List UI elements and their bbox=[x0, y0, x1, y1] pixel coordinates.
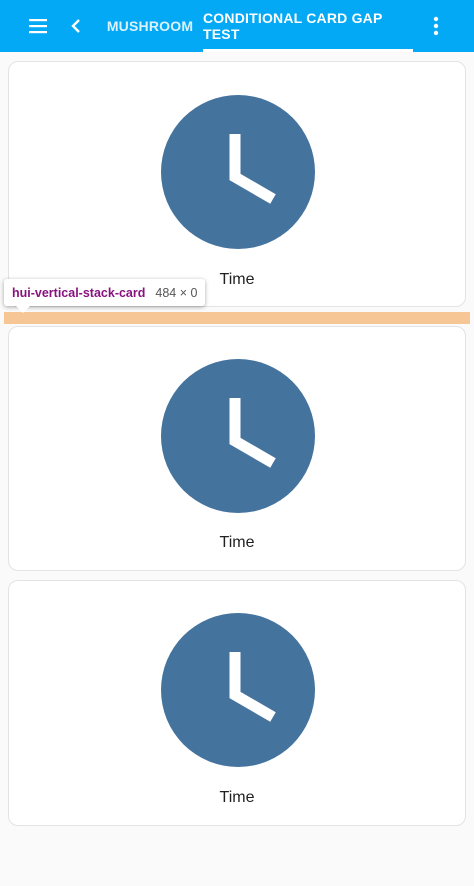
inspector-highlight-overlay bbox=[4, 312, 470, 324]
inspector-tooltip: hui-vertical-stack-card 484 × 0 bbox=[4, 279, 206, 313]
card-label: Time bbox=[219, 789, 255, 806]
entity-card-time-2[interactable]: Time bbox=[8, 326, 466, 571]
more-vertical-icon[interactable] bbox=[420, 10, 452, 42]
app-toolbar: MUSHROOM CONDITIONAL CARD GAP TEST bbox=[0, 0, 474, 52]
tab-label: CONDITIONAL CARD GAP TEST bbox=[203, 10, 383, 42]
tab-conditional-card-gap-test[interactable]: CONDITIONAL CARD GAP TEST bbox=[203, 0, 413, 52]
card-label: Time bbox=[219, 534, 255, 551]
inspector-element-size: 484 × 0 bbox=[155, 285, 198, 300]
clock-icon bbox=[161, 613, 315, 767]
clock-icon bbox=[161, 359, 315, 513]
chevron-left-icon[interactable] bbox=[60, 10, 92, 42]
tab-mushroom[interactable]: MUSHROOM bbox=[98, 0, 202, 52]
entity-card-time-1[interactable]: Time bbox=[8, 61, 466, 307]
active-tab-indicator bbox=[203, 49, 413, 52]
tab-label: MUSHROOM bbox=[106, 18, 194, 34]
entity-card-time-3[interactable]: Time bbox=[8, 580, 466, 826]
inspector-element-name: hui-vertical-stack-card bbox=[12, 285, 146, 300]
clock-icon bbox=[161, 95, 315, 249]
tooltip-arrow bbox=[16, 306, 30, 313]
hamburger-menu-icon[interactable] bbox=[22, 10, 54, 42]
